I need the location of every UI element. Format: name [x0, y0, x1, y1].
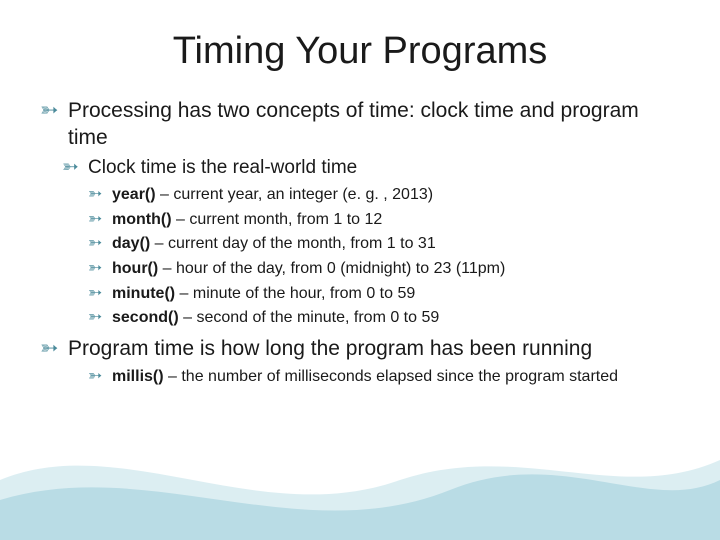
swirl-icon: ➳: [88, 283, 102, 303]
bullet-text: Clock time is the real-world time: [88, 157, 357, 178]
fn-desc: – current day of the month, from 1 to 31: [150, 235, 435, 252]
swirl-icon: ➳: [88, 307, 102, 327]
swirl-icon: ➳: [62, 156, 79, 180]
background-wave: [0, 420, 720, 540]
bullet-fn-millis: ➳ millis() – the number of milliseconds …: [88, 366, 680, 388]
bullet-fn-hour: ➳ hour() – hour of the day, from 0 (midn…: [88, 258, 680, 280]
fn-name: second(): [112, 309, 179, 326]
fn-name: hour(): [112, 260, 158, 277]
slide: Timing Your Programs ➳ Processing has tw…: [0, 0, 720, 540]
fn-desc: – hour of the day, from 0 (midnight) to …: [158, 260, 505, 277]
bullet-fn-second: ➳ second() – second of the minute, from …: [88, 307, 680, 329]
bullet-text: Program time is how long the program has…: [68, 337, 592, 360]
bullet-text: Processing has two concepts of time: clo…: [68, 99, 639, 149]
fn-name: minute(): [112, 285, 175, 302]
fn-desc: – minute of the hour, from 0 to 59: [175, 285, 415, 302]
swirl-icon: ➳: [40, 335, 58, 361]
fn-name: year(): [112, 186, 156, 203]
bullet-fn-minute: ➳ minute() – minute of the hour, from 0 …: [88, 283, 680, 305]
bullet-clock-time: ➳ Clock time is the real-world time: [62, 156, 680, 181]
swirl-icon: ➳: [88, 233, 102, 253]
bullet-fn-day: ➳ day() – current day of the month, from…: [88, 233, 680, 255]
bullet-fn-month: ➳ month() – current month, from 1 to 12: [88, 209, 680, 231]
swirl-icon: ➳: [88, 209, 102, 229]
slide-title: Timing Your Programs: [40, 30, 680, 73]
bullet-program-time: ➳ Program time is how long the program h…: [40, 335, 680, 362]
fn-name: day(): [112, 235, 150, 252]
fn-desc: – the number of milliseconds elapsed sin…: [164, 368, 618, 385]
bullet-intro: ➳ Processing has two concepts of time: c…: [40, 97, 680, 152]
swirl-icon: ➳: [88, 258, 102, 278]
fn-desc: – current year, an integer (e. g. , 2013…: [156, 186, 434, 203]
swirl-icon: ➳: [40, 97, 58, 123]
fn-desc: – second of the minute, from 0 to 59: [179, 309, 440, 326]
fn-name: month(): [112, 211, 172, 228]
swirl-icon: ➳: [88, 366, 102, 386]
fn-desc: – current month, from 1 to 12: [172, 211, 383, 228]
fn-name: millis(): [112, 368, 164, 385]
bullet-fn-year: ➳ year() – current year, an integer (e. …: [88, 184, 680, 206]
swirl-icon: ➳: [88, 184, 102, 204]
